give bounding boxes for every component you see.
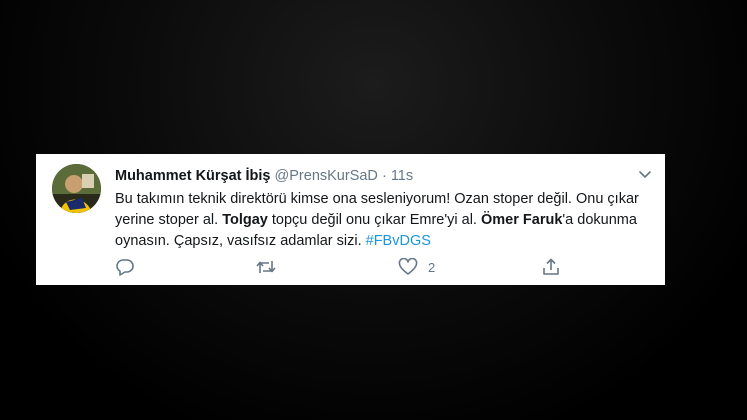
tweet-card[interactable]: Muhammet Kürşat İbiş @PrensKurSaD · 11s … bbox=[36, 154, 665, 285]
tweet-text-part: topçu değil onu çıkar Emre'yi al. bbox=[267, 212, 481, 228]
retweet-icon bbox=[256, 261, 276, 273]
tweet-actions: 2 bbox=[115, 258, 655, 278]
tweet-header: Muhammet Kürşat İbiş @PrensKurSaD · 11s bbox=[115, 167, 413, 185]
like-button[interactable]: 2 bbox=[398, 258, 435, 276]
avatar[interactable] bbox=[52, 164, 101, 213]
reply-button[interactable] bbox=[115, 258, 135, 276]
hashtag-link[interactable]: #FBvDGS bbox=[366, 233, 431, 249]
bold-mention: Tolgay bbox=[222, 212, 268, 228]
separator-dot: · bbox=[381, 168, 387, 184]
reply-icon bbox=[116, 259, 134, 276]
retweet-button[interactable] bbox=[255, 258, 277, 276]
share-icon bbox=[543, 258, 559, 275]
tweet-timestamp[interactable]: 11s bbox=[391, 168, 413, 184]
like-count: 2 bbox=[428, 259, 436, 275]
chevron-down-icon[interactable] bbox=[637, 168, 653, 180]
share-button[interactable] bbox=[541, 258, 561, 276]
heart-icon bbox=[398, 258, 418, 275]
tweet-text: Bu takımın teknik direktörü kimse ona se… bbox=[115, 189, 650, 252]
bold-mention: Ömer Faruk bbox=[480, 212, 563, 228]
author-name[interactable]: Muhammet Kürşat İbiş bbox=[115, 168, 271, 184]
author-handle[interactable]: @PrensKurSaD bbox=[275, 168, 378, 184]
